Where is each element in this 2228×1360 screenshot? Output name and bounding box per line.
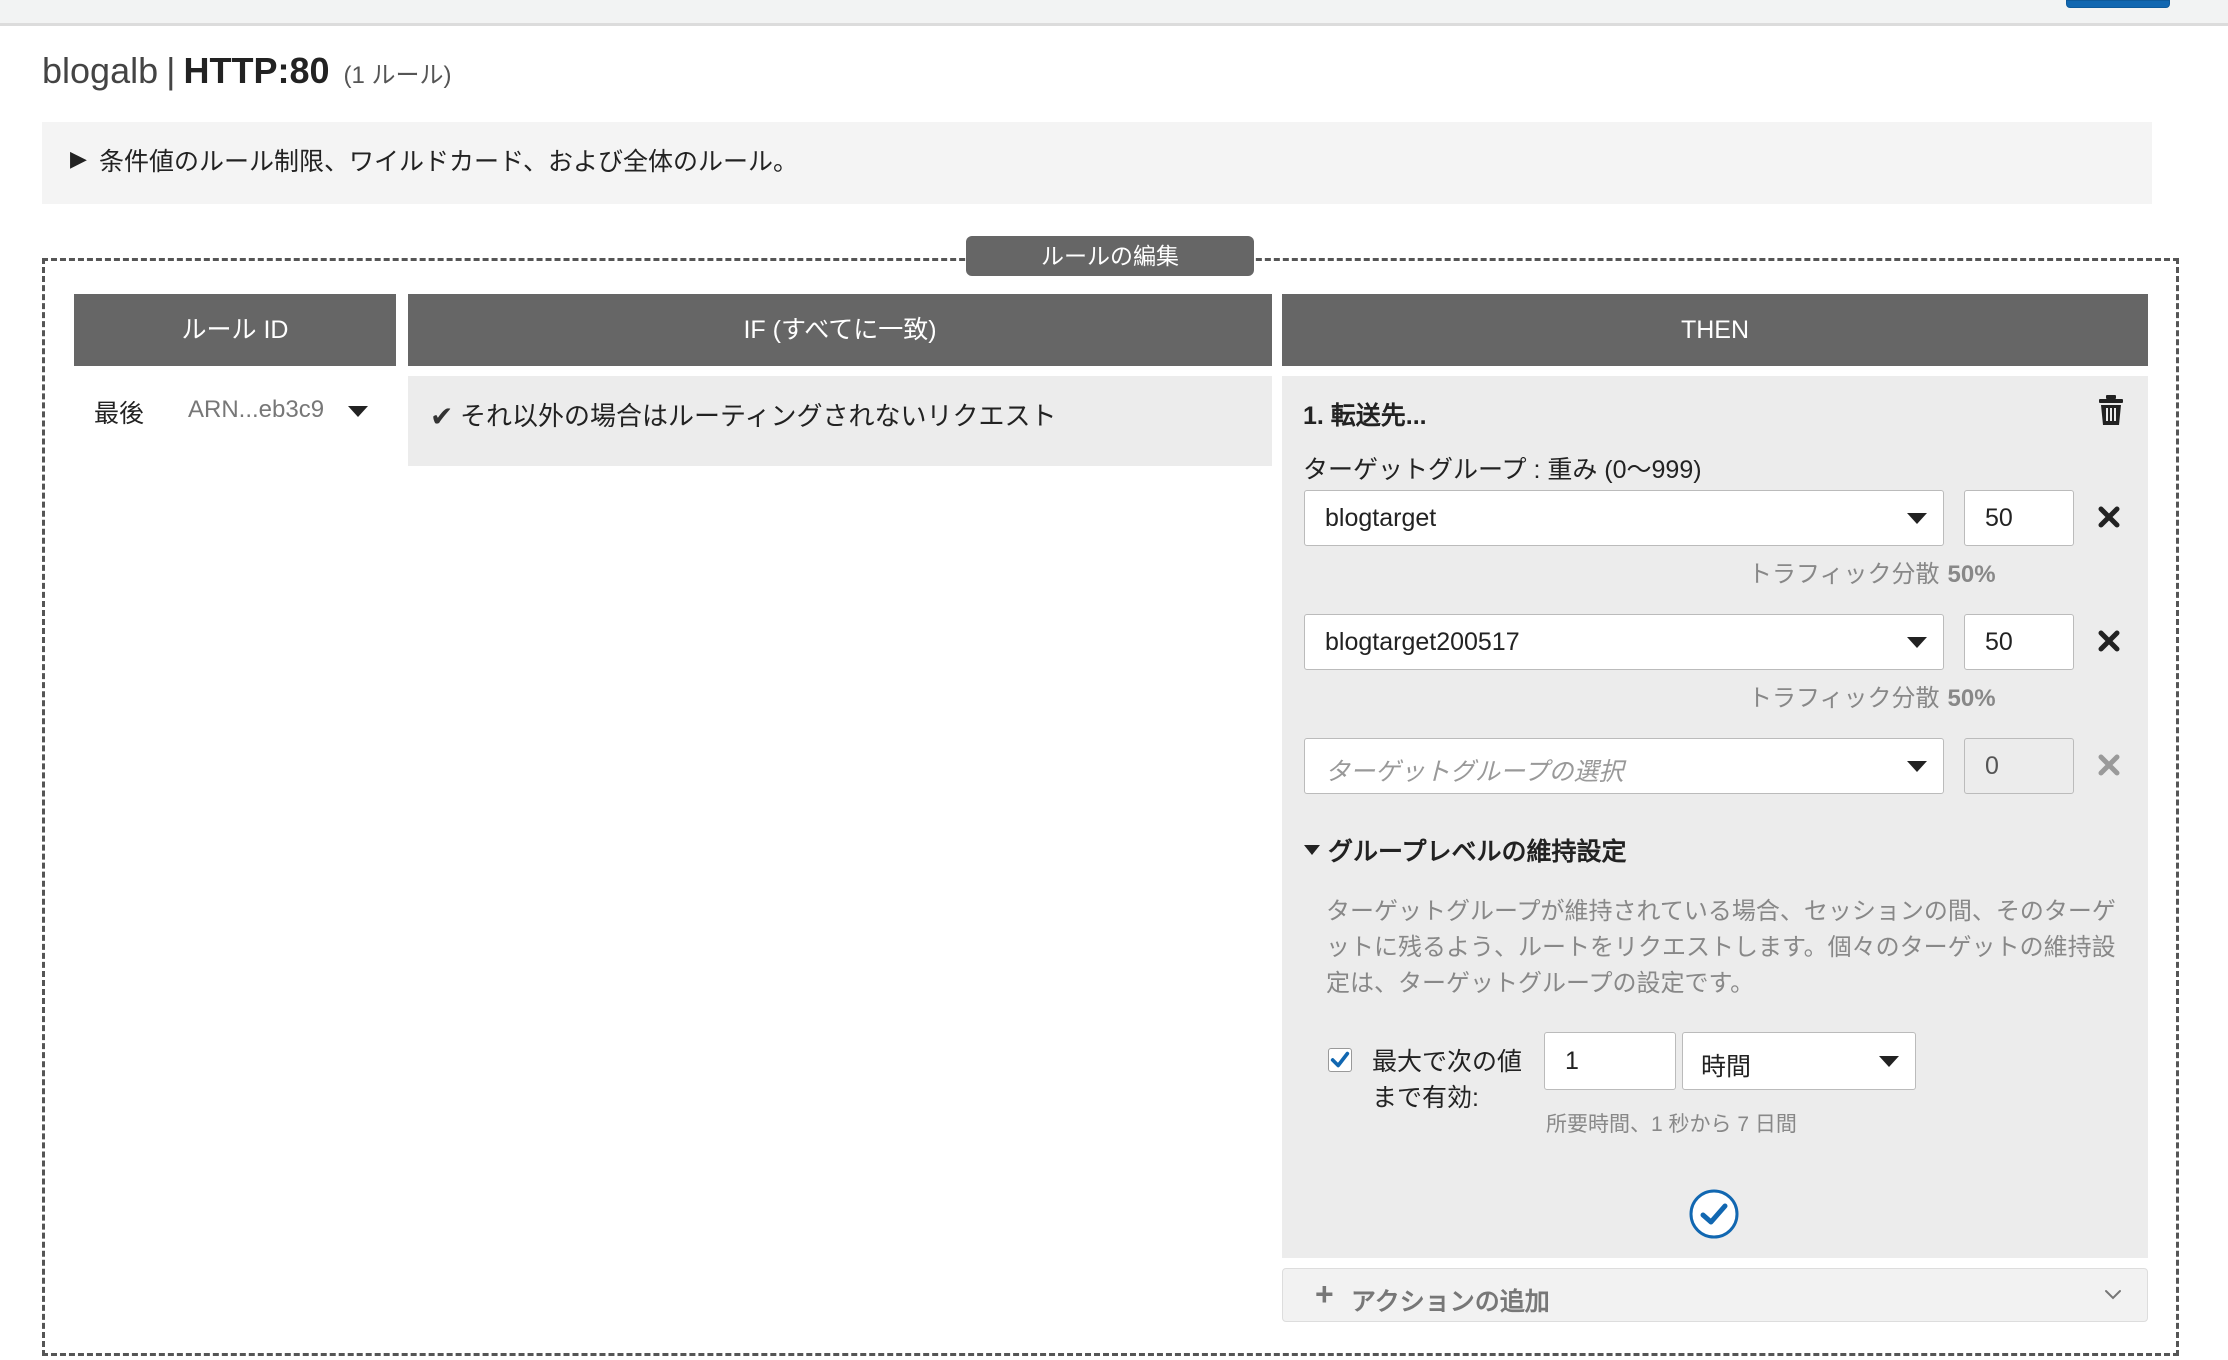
target-weight-input-1[interactable]: 50 [1964, 490, 2074, 546]
stickiness-unit-value: 時間 [1701, 1053, 1752, 1081]
column-header-if: IF (すべてに一致) [408, 294, 1272, 366]
target-weight-input-new[interactable]: 0 [1964, 738, 2074, 794]
target-group-select-1[interactable]: blogtarget [1304, 490, 1944, 546]
traffic-distribution-2: トラフィック分散 50% [1748, 678, 1996, 713]
checkmark-icon [1330, 1051, 1350, 1068]
rule-limits-info-text: 条件値のルール制限、ワイルドカード、および全体のルール。 [99, 148, 799, 176]
rule-count: (1 ルール) [343, 62, 452, 89]
load-balancer-name: blogalb [42, 50, 159, 91]
trash-icon[interactable] [2098, 394, 2124, 426]
chevron-down-icon [1907, 637, 1927, 648]
traffic-distribution-1: トラフィック分散 50% [1748, 554, 1996, 589]
rule-arn-dropdown[interactable]: ARN...eb3c9 [188, 396, 324, 424]
traffic-distribution-label: トラフィック分散 [1748, 561, 1940, 588]
plus-icon: + [1315, 1276, 1334, 1312]
traffic-distribution-percent: 50% [1947, 685, 1996, 712]
traffic-distribution-label: トラフィック分散 [1748, 685, 1940, 712]
target-group-select-placeholder: ターゲットグループの選択 [1325, 758, 1624, 786]
chevron-down-icon [1907, 761, 1927, 772]
rule-priority: 最後 [94, 400, 145, 428]
stickiness-duration-hint: 所要時間、1 秒から 7 日間 [1546, 1113, 1797, 1136]
expand-triangle-icon: ▶ [70, 146, 87, 171]
target-group-weight-label: ターゲットグループ : 重み (0〜999) [1303, 456, 1702, 484]
page-title: blogalb | HTTP:80 (1 ルール) [42, 50, 452, 92]
rule-edit-tab: ルールの編集 [966, 236, 1254, 276]
close-icon[interactable] [2098, 506, 2120, 528]
stickiness-description: ターゲットグループが維持されている場合、セッションの間、そのターゲットに残るよう… [1326, 898, 2116, 997]
stickiness-toggle[interactable]: グループレベルの維持設定 [1304, 832, 1627, 868]
column-header-then: THEN [1282, 294, 2148, 366]
close-icon[interactable] [2098, 754, 2120, 776]
traffic-distribution-percent: 50% [1947, 561, 1996, 588]
target-group-select-value: blogtarget [1325, 504, 1437, 532]
top-toolbar [0, 0, 2228, 26]
target-weight-input-2[interactable]: 50 [1964, 614, 2074, 670]
target-group-select-new[interactable]: ターゲットグループの選択 [1304, 738, 1944, 794]
collapse-triangle-icon [1304, 845, 1320, 856]
condition-text: それ以外の場合はルーティングされないリクエスト [460, 401, 1057, 431]
target-group-select-2[interactable]: blogtarget200517 [1304, 614, 1944, 670]
title-separator: | [166, 50, 176, 91]
check-circle-icon[interactable] [1688, 1188, 1740, 1240]
action-title: 1. 転送先... [1303, 402, 1427, 430]
listener-name: HTTP:80 [183, 50, 330, 91]
chevron-down-icon[interactable] [348, 406, 368, 417]
add-action-button[interactable]: + アクションの追加 [1282, 1268, 2148, 1322]
chevron-down-icon [2105, 1290, 2121, 1300]
chevron-down-icon [1879, 1056, 1899, 1067]
stickiness-checkbox-label: 最大で次の値まで有効: [1372, 1048, 1523, 1112]
stickiness-unit-select[interactable]: 時間 [1682, 1032, 1916, 1090]
checkmark-icon: ✔ [430, 401, 454, 432]
condition-panel: ✔ それ以外の場合はルーティングされないリクエスト [408, 376, 1272, 466]
close-icon[interactable] [2098, 630, 2120, 652]
stickiness-heading: グループレベルの維持設定 [1328, 838, 1627, 866]
chevron-down-icon [1907, 513, 1927, 524]
add-action-label: アクションの追加 [1351, 1288, 1550, 1316]
stickiness-duration-input[interactable]: 1 [1544, 1032, 1676, 1090]
toolbar-primary-button[interactable] [2066, 0, 2170, 8]
stickiness-checkbox[interactable] [1328, 1048, 1352, 1072]
target-group-select-value: blogtarget200517 [1325, 628, 1520, 656]
column-header-rule-id: ルール ID [74, 294, 396, 366]
rule-limits-info[interactable]: ▶ 条件値のルール制限、ワイルドカード、および全体のルール。 [42, 122, 2152, 204]
